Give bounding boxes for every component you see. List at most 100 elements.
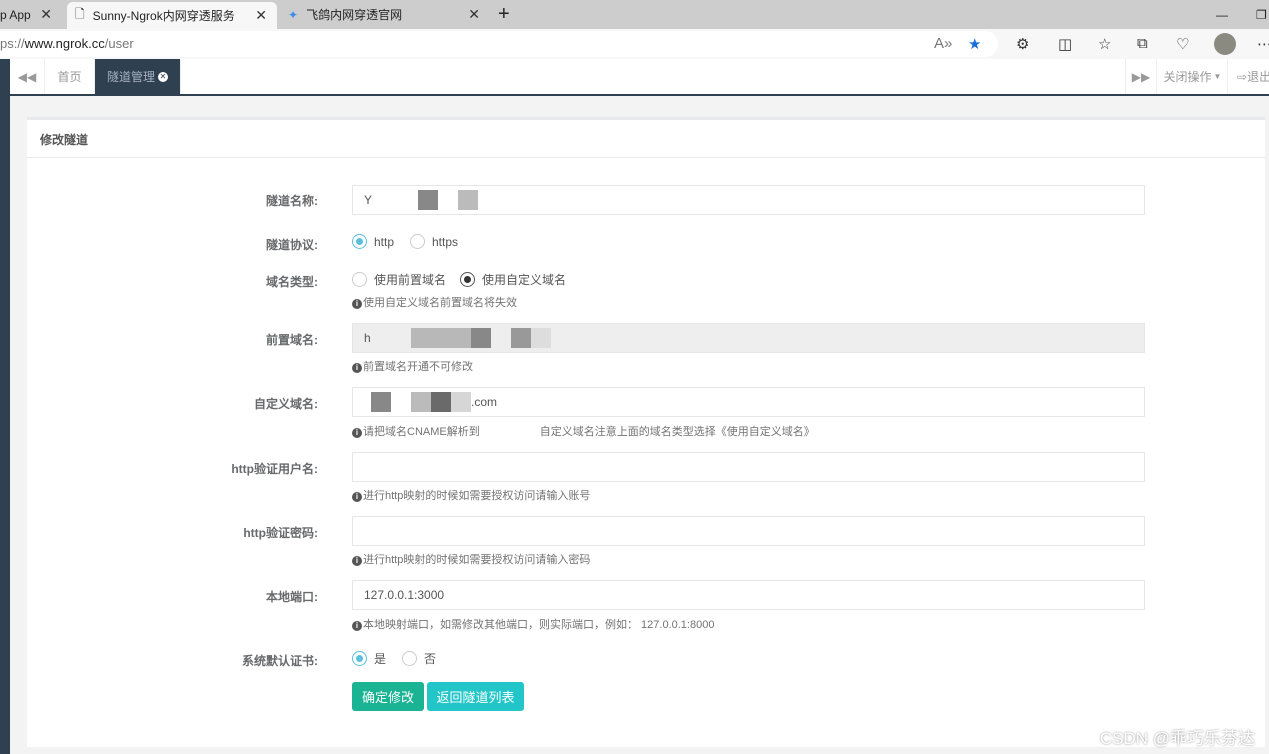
- radio-label: https: [432, 234, 459, 249]
- extensions-icon[interactable]: ⚙: [1016, 35, 1029, 53]
- redacted-block: [410, 328, 471, 348]
- panel-title: 修改隧道: [40, 133, 89, 147]
- redacted-block: [510, 328, 531, 348]
- input-value: .com: [471, 395, 498, 409]
- radio-http[interactable]: http: [352, 234, 394, 249]
- http-user-help: i 进行http映射的时候如需要授权访问请输入账号: [352, 487, 590, 503]
- info-icon: i: [352, 556, 362, 566]
- http-user-label: http验证用户名:: [231, 462, 318, 476]
- help-text: 请把域名CNAME解析到: [363, 426, 480, 438]
- radio-label: 使用自定义域名: [482, 273, 567, 287]
- more-icon[interactable]: ⋯: [1257, 35, 1269, 53]
- tab-home[interactable]: 首页: [45, 59, 95, 94]
- input-value: h: [364, 331, 371, 345]
- browser-tab-bar: p App ✕ 🗋 Sunny-Ngrok内网穿透服务 ✕ ✦ 飞鸽内网穿透官网 ✕ + …: [0, 0, 1269, 29]
- redacted-block: [371, 392, 391, 412]
- browser-tab-active[interactable]: 🗋 Sunny-Ngrok内网穿透服务 ✕: [67, 2, 277, 29]
- info-icon: i: [352, 492, 362, 502]
- scroll-right-button[interactable]: ▶▶: [1125, 59, 1157, 94]
- prefix-domain-label: 前置域名:: [266, 333, 318, 347]
- minimize-button[interactable]: —: [1208, 0, 1228, 29]
- redacted-block: [411, 392, 431, 412]
- protocol-label: 隧道协议:: [266, 238, 318, 252]
- info-icon: i: [352, 621, 362, 631]
- favorite-star-icon[interactable]: ★: [968, 35, 981, 53]
- tab-tunnel-management[interactable]: 隧道管理 ✕: [95, 59, 181, 94]
- custom-domain-label: 自定义域名:: [254, 397, 318, 411]
- url-scheme: ps://: [0, 36, 25, 51]
- redacted-block: [431, 392, 451, 412]
- divider: [27, 157, 1265, 158]
- radio-label: 是: [374, 652, 387, 666]
- help-text: 进行http映射的时候如需要授权访问请输入密码: [363, 554, 591, 566]
- radio-label: http: [374, 234, 395, 249]
- local-port-help: i 本地映射端口，如需修改其他端口，则实际端口，例如： 127.0.0.1:800…: [352, 616, 714, 632]
- restore-button[interactable]: ❐: [1248, 0, 1267, 29]
- input-value: Y: [364, 193, 373, 207]
- redacted-block: [530, 328, 551, 348]
- close-operations-dropdown[interactable]: 关闭操作 ▼: [1158, 59, 1228, 94]
- custom-domain-input[interactable]: .com: [352, 387, 1145, 417]
- scroll-left-button[interactable]: ◀◀: [10, 59, 45, 94]
- local-port-input[interactable]: 127.0.0.1:3000: [352, 580, 1145, 610]
- prefix-domain-input[interactable]: h: [352, 323, 1145, 353]
- help-text: 本地映射端口，如需修改其他端口，则实际端口，例如： 127.0.0.1:8000: [363, 619, 715, 631]
- radio-cert-no[interactable]: 否: [402, 650, 436, 667]
- tunnel-name-input[interactable]: Y: [352, 185, 1145, 215]
- watermark: CSDN @乖巧乐芬达: [1099, 729, 1255, 748]
- domain-type-help: i 使用自定义域名前置域名将失效: [352, 294, 517, 310]
- help-text: 进行http映射的时候如需要授权访问请输入账号: [363, 490, 591, 502]
- logout-button[interactable]: ⇨ 退出: [1229, 59, 1269, 94]
- custom-domain-help: i 请把域名CNAME解析到 自定义域名注意上面的域名类型选择《使用自定义域名》: [352, 423, 815, 439]
- http-password-label: http验证密码:: [243, 526, 318, 540]
- info-icon: i: [352, 363, 362, 373]
- tab-title: Sunny-Ngrok内网穿透服务: [92, 9, 235, 23]
- radio-label: 否: [424, 652, 437, 666]
- avatar[interactable]: [1214, 33, 1236, 55]
- url-path: /user: [104, 36, 134, 51]
- prefix-domain-help: i 前置域名开通不可修改: [352, 358, 473, 374]
- logout-label: 退出: [1247, 70, 1269, 84]
- url-text[interactable]: ps://www.ngrok.cc/user: [0, 36, 134, 51]
- radio-https[interactable]: https: [410, 234, 458, 249]
- help-text: 前置域名开通不可修改: [363, 361, 473, 373]
- browser-essentials-icon[interactable]: ♡: [1176, 35, 1189, 53]
- close-icon[interactable]: ✕: [255, 7, 267, 24]
- local-port-label: 本地端口:: [266, 590, 318, 604]
- close-icon[interactable]: ✕: [468, 6, 480, 23]
- close-icon[interactable]: ✕: [40, 6, 52, 23]
- tab-label: 隧道管理: [106, 70, 155, 84]
- redacted-block: [451, 392, 471, 412]
- favorites-icon[interactable]: ☆: [1098, 35, 1111, 53]
- redacted-block: [418, 190, 439, 210]
- radio-checked-icon: [352, 234, 367, 249]
- browser-tab[interactable]: ✦ 飞鸽内网穿透官网 ✕: [280, 0, 490, 29]
- tab-title: p App: [0, 7, 31, 22]
- address-bar[interactable]: [0, 31, 998, 57]
- radio-prefix-domain[interactable]: 使用前置域名: [352, 271, 446, 288]
- http-password-input[interactable]: [352, 516, 1145, 546]
- radio-custom-domain[interactable]: 使用自定义域名: [460, 271, 566, 288]
- radio-unchecked-icon: [410, 234, 425, 249]
- help-text: 使用自定义域名前置域名将失效: [363, 297, 517, 309]
- http-user-input[interactable]: [352, 452, 1145, 482]
- redacted-block: [470, 328, 491, 348]
- radio-cert-yes[interactable]: 是: [352, 650, 386, 667]
- browser-tab[interactable]: p App ✕: [0, 0, 62, 29]
- http-password-help: i 进行http映射的时候如需要授权访问请输入密码: [352, 551, 590, 567]
- caret-down-icon: ▼: [1213, 72, 1222, 81]
- collections-icon[interactable]: ⧉: [1137, 35, 1148, 52]
- dropdown-label: 关闭操作: [1163, 70, 1212, 84]
- new-tab-button[interactable]: +: [490, 0, 510, 29]
- bird-icon: ✦: [288, 7, 299, 22]
- sidebar-strip: [0, 59, 10, 754]
- radio-unchecked-icon: [402, 651, 417, 666]
- read-aloud-icon[interactable]: A»: [934, 35, 952, 52]
- domain-type-label: 域名类型:: [266, 275, 318, 289]
- back-to-list-button[interactable]: 返回隧道列表: [427, 682, 524, 711]
- radio-checked-icon: [460, 272, 475, 287]
- close-tab-icon[interactable]: ✕: [158, 71, 168, 82]
- confirm-edit-button[interactable]: 确定修改: [352, 682, 424, 711]
- split-screen-icon[interactable]: ◫: [1058, 35, 1072, 53]
- logout-icon: ⇨: [1237, 69, 1248, 84]
